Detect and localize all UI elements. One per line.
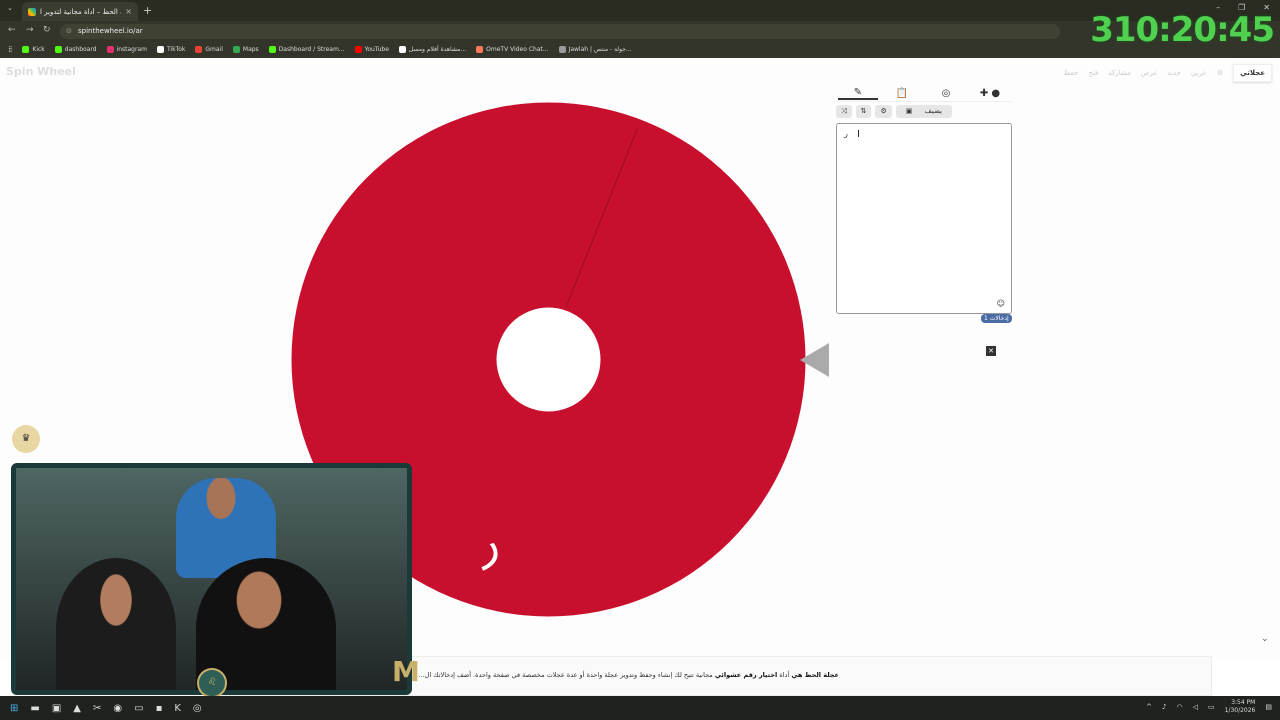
clock-date: 1/30/2026 bbox=[1224, 707, 1256, 714]
taskbar-apps: ⊞ ▬ ▣ ▲ ✂ ◉ ▭ ▪ K ◎ bbox=[0, 703, 202, 714]
wheel-pointer-icon bbox=[800, 343, 829, 377]
bookmark-favicon-icon bbox=[398, 46, 406, 53]
text-cursor-icon: I bbox=[857, 129, 860, 140]
top-nav: عجلاتي ⚙ عربي جديد عرض مشاركة فتح حفظ bbox=[1064, 64, 1272, 82]
add-image-button[interactable]: ▣ يضيف bbox=[895, 105, 953, 118]
stream-timer-overlay: 310:20:45 bbox=[1090, 10, 1275, 50]
tab-title: عجلة الحظ – أداة مجانية لتدوير ا... bbox=[40, 7, 121, 16]
bookmark-item[interactable]: Dashboard / Stream... bbox=[268, 46, 345, 53]
webcam-overlay bbox=[11, 463, 412, 695]
shuffle-icon[interactable]: ⤨ bbox=[836, 105, 852, 118]
notification-icon[interactable]: ▤ bbox=[1265, 703, 1272, 711]
vlc-icon[interactable]: ▲ bbox=[73, 703, 81, 714]
settings-icon[interactable]: ⚙ bbox=[1217, 69, 1223, 77]
folder-icon[interactable]: ▭ bbox=[134, 703, 143, 714]
speaker-icon[interactable]: ◁ bbox=[1193, 703, 1198, 711]
wheel-center-hub[interactable] bbox=[496, 307, 601, 412]
microphone-icon[interactable]: ♪ bbox=[1162, 703, 1166, 711]
entry-count-badge: إدخالات 1 bbox=[981, 314, 1012, 323]
back-icon[interactable]: ← bbox=[8, 25, 16, 35]
webcam-person bbox=[56, 558, 176, 690]
close-icon[interactable]: ✕ bbox=[986, 346, 996, 356]
bookmark-favicon-icon bbox=[156, 46, 164, 53]
bookmark-favicon-icon bbox=[558, 46, 566, 53]
apps-grid-icon[interactable]: ⣿ bbox=[8, 46, 12, 53]
entries-textarea[interactable]: ر I ☺ bbox=[836, 123, 1012, 314]
chevron-down-icon[interactable]: ⌄ bbox=[1261, 634, 1269, 644]
browser-tab[interactable]: عجلة الحظ – أداة مجانية لتدوير ا... × bbox=[22, 2, 138, 21]
emoji-icon[interactable]: ☺ bbox=[997, 299, 1005, 308]
windows-start-icon[interactable]: ⊞ bbox=[10, 703, 18, 714]
nav-new[interactable]: جديد bbox=[1167, 69, 1181, 77]
bookmark-favicon-icon bbox=[22, 46, 30, 53]
bookmark-item[interactable]: OmeTV Video Chat... bbox=[476, 46, 549, 53]
kick-icon[interactable]: K bbox=[174, 703, 181, 714]
tab-close-icon[interactable]: × bbox=[125, 7, 132, 16]
bookmark-item[interactable]: Gmail bbox=[195, 46, 223, 53]
nav-share[interactable]: مشاركة bbox=[1108, 69, 1131, 77]
bookmark-favicon-icon bbox=[476, 46, 484, 53]
file-explorer-icon[interactable]: ▬ bbox=[30, 703, 39, 714]
chrome-icon[interactable]: ◎ bbox=[193, 703, 202, 714]
app-icon[interactable]: ▪ bbox=[156, 703, 163, 714]
bookmarks-bar: ⣿ Kick dashboard instagram TikTok Gmail … bbox=[0, 41, 1280, 58]
nav-view[interactable]: عرض bbox=[1141, 69, 1158, 77]
nav-my-wheels[interactable]: عجلاتي bbox=[1233, 64, 1272, 82]
bookmark-item[interactable]: Jawlah | جولة - منتص... bbox=[558, 46, 632, 53]
clipboard-icon[interactable]: 📋 bbox=[882, 88, 922, 99]
address-bar-row: ← → ↻ ⊙ spinthewheel.io/ar bbox=[0, 21, 1280, 41]
chevron-up-icon[interactable]: ^ bbox=[1146, 703, 1152, 711]
hide-eye-icon[interactable]: ◎ bbox=[926, 88, 966, 99]
site-logo[interactable]: Spin Wheel bbox=[6, 65, 76, 78]
browser-tab-bar: ⌄ عجلة الحظ – أداة مجانية لتدوير ا... × … bbox=[0, 0, 1280, 21]
reload-icon[interactable]: ↻ bbox=[43, 25, 51, 35]
bookmark-item[interactable]: instagram bbox=[106, 46, 147, 53]
nav-save[interactable]: حفظ bbox=[1064, 69, 1079, 77]
entries-panel: ✎ 📋 ◎ ✚ ● ⤨ ⇅ ⚙ ▣ يضيف ر I ☺ bbox=[836, 86, 1012, 314]
sort-icon[interactable]: ⇅ bbox=[855, 105, 872, 118]
bookmark-item[interactable]: TikTok bbox=[156, 46, 185, 53]
bookmark-favicon-icon bbox=[195, 46, 203, 53]
site-favicon-icon bbox=[28, 7, 36, 16]
bookmark-favicon-icon bbox=[106, 46, 114, 53]
battery-icon[interactable]: ▭ bbox=[1208, 703, 1215, 711]
bookmark-item[interactable]: Kick bbox=[22, 46, 45, 53]
edit-pencil-icon[interactable]: ✎ bbox=[838, 87, 878, 100]
bookmark-item[interactable]: Maps bbox=[232, 46, 259, 53]
windows-taskbar: ⊞ ▬ ▣ ▲ ✂ ◉ ▭ ▪ K ◎ ^ ♪ ◠ ◁ ▭ 3:54 PM 1/… bbox=[0, 696, 1280, 720]
color-wheel-icon[interactable]: ✚ ● bbox=[970, 88, 1010, 99]
bookmark-item[interactable]: مشاهدة أفلام ومسل... bbox=[398, 46, 466, 53]
url-text: spinthewheel.io/ar bbox=[78, 27, 143, 35]
system-tray: ^ ♪ ◠ ◁ ▭ 3:54 PM 1/30/2026 ▤ bbox=[1146, 699, 1272, 715]
site-info-icon[interactable]: ⊙ bbox=[66, 24, 72, 39]
bookmark-favicon-icon bbox=[268, 46, 276, 53]
store-icon[interactable]: ▣ bbox=[52, 703, 61, 714]
bookmark-favicon-icon bbox=[232, 46, 240, 53]
bookmark-favicon-icon bbox=[354, 46, 362, 53]
discord-icon[interactable]: ◉ bbox=[113, 703, 122, 714]
bookmark-item[interactable]: dashboard bbox=[54, 46, 97, 53]
nav-open[interactable]: فتح bbox=[1088, 69, 1098, 77]
taskbar-clock[interactable]: 3:54 PM 1/30/2026 bbox=[1225, 699, 1256, 715]
snipping-tool-icon[interactable]: ✂ bbox=[93, 703, 101, 714]
entry-text: ر bbox=[844, 129, 848, 138]
image-icon: ▣ bbox=[900, 105, 918, 117]
forward-icon[interactable]: → bbox=[26, 25, 34, 35]
new-tab-button[interactable]: + bbox=[143, 4, 152, 17]
tab-list-icon[interactable]: ⌄ bbox=[4, 4, 16, 16]
panel-tabs: ✎ 📋 ◎ ✚ ● bbox=[836, 86, 1012, 102]
lion-emblem-icon: ♌ bbox=[197, 668, 227, 698]
wifi-icon[interactable]: ◠ bbox=[1176, 703, 1182, 711]
panel-toolbar: ⤨ ⇅ ⚙ ▣ يضيف bbox=[836, 105, 1012, 118]
bookmark-item[interactable]: YouTube bbox=[354, 46, 389, 53]
url-field[interactable]: ⊙ spinthewheel.io/ar bbox=[60, 24, 1060, 39]
settings-gear-icon[interactable]: ⚙ bbox=[875, 105, 892, 118]
clock-time: 3:54 PM bbox=[1231, 699, 1256, 706]
crown-logo-icon: ♛ bbox=[12, 425, 40, 453]
stream-m-logo-icon: M bbox=[392, 655, 420, 688]
nav-language[interactable]: عربي bbox=[1191, 69, 1207, 77]
bookmark-favicon-icon bbox=[54, 46, 62, 53]
description-text: عجلة الحظ هي أداة اختيار رقم عشوائي مجان… bbox=[418, 671, 839, 679]
